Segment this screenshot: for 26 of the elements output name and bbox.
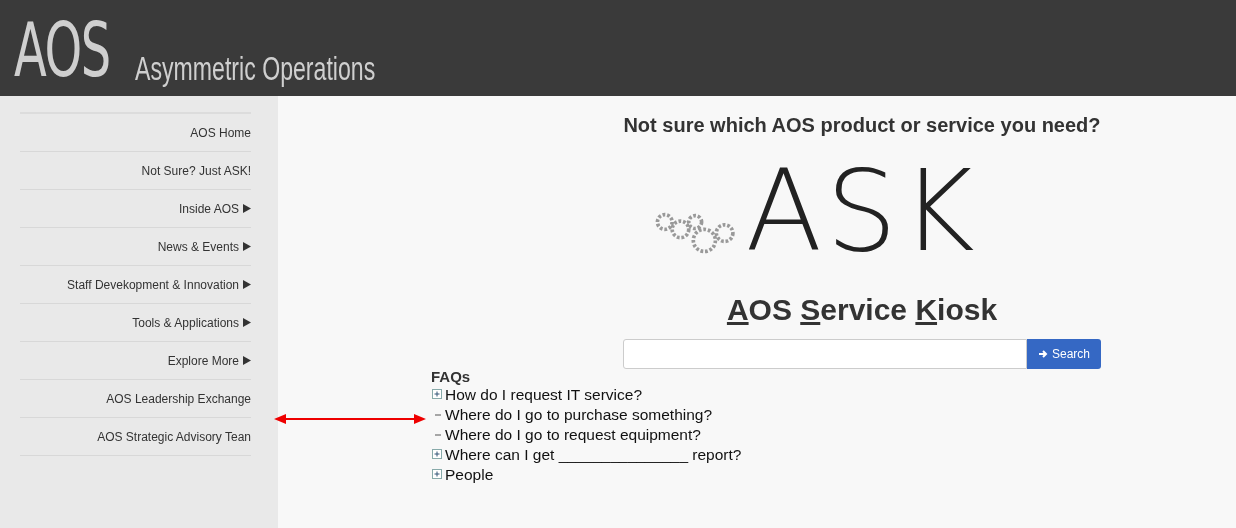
logo-subtitle: Asymmetric Operations	[134, 48, 376, 88]
faq-item[interactable]: Where can I get _______________ report?	[431, 445, 742, 465]
nav-link[interactable]: Inside AOS	[20, 190, 251, 228]
faq-item[interactable]: People	[431, 465, 742, 485]
ask-logo: ASK	[745, 151, 979, 271]
nav-link[interactable]: Tools & Applications	[20, 304, 251, 342]
arrow-icon	[1038, 349, 1048, 359]
expand-icon[interactable]	[431, 469, 445, 481]
search-field[interactable]	[623, 339, 1027, 369]
search-button[interactable]: Search	[1027, 339, 1101, 369]
nav-link[interactable]: AOS Strategic Advisory Tean	[20, 418, 251, 456]
faq-item[interactable]: How do I request IT service?	[431, 385, 742, 405]
logo: AOS	[14, 10, 110, 90]
nav-link[interactable]: AOS Home	[20, 114, 251, 152]
expand-icon[interactable]	[431, 449, 445, 461]
nav-link[interactable]: Staff Devekopment & Innovation	[20, 266, 251, 304]
nav-link[interactable]: News & Events	[20, 228, 251, 266]
nav-link[interactable]: AOS Leadership Exchange	[20, 380, 251, 418]
faq-item[interactable]: Where do I go to purchase something?	[431, 405, 742, 425]
expand-icon[interactable]	[431, 389, 445, 401]
nav-link[interactable]: Not Sure? Just ASK!	[20, 152, 251, 190]
question-heading: Not sure which AOS product or service you need?	[623, 114, 1101, 137]
faq-item[interactable]: Where do I go to request equipment?	[431, 425, 742, 445]
kiosk-title: AOS Service Kiosk	[726, 293, 998, 327]
faq-heading: FAQs	[431, 369, 472, 385]
nav-link[interactable]: Explore More	[20, 342, 251, 380]
